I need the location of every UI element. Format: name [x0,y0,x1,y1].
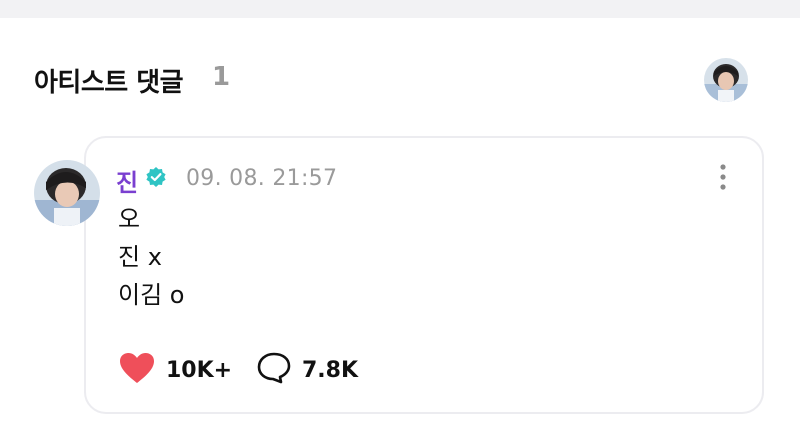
more-vertical-icon[interactable] [712,162,734,192]
comment-body: 오 진 x 이김 o [118,200,184,314]
comment-timestamp: 09. 08. 21:57 [186,166,338,191]
reply-count: 7.8K [302,357,359,383]
artist-avatar[interactable] [704,58,748,102]
section-title: 아티스트 댓글 [34,68,184,98]
speech-bubble-icon [256,351,292,389]
comment-line: 오 [118,205,141,233]
comment-line: 진 x [118,243,162,271]
reply-button[interactable]: 7.8K [256,350,358,390]
verified-badge-icon [145,166,167,188]
top-bar [0,0,800,18]
comment-count: 1 [212,62,231,92]
heart-icon [118,351,156,389]
comment-author-name[interactable]: 진 [116,163,138,198]
like-button[interactable]: 10K+ [118,350,232,390]
section-header: 아티스트 댓글 1 [34,58,774,104]
comment-author-avatar[interactable] [34,160,100,226]
comment-line: 이김 o [118,281,185,309]
like-count: 10K+ [166,357,233,383]
